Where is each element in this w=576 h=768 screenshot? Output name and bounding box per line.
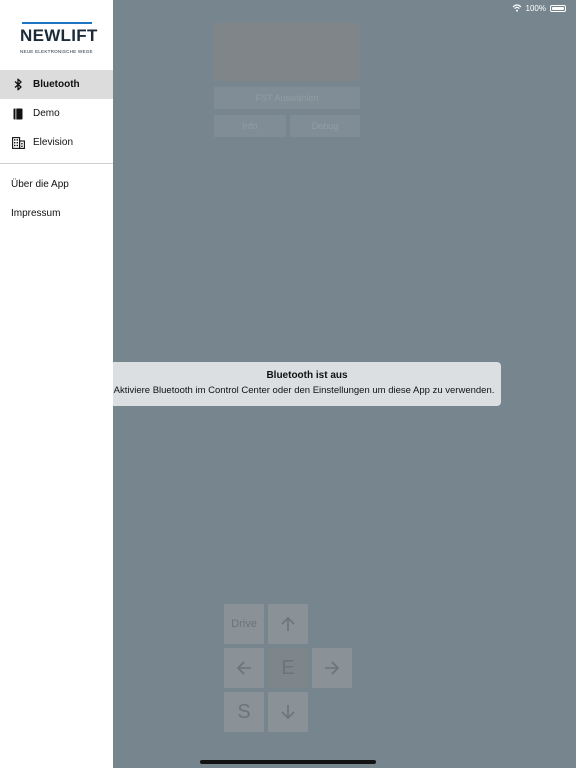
- select-fst-button[interactable]: FST Auswählen: [214, 87, 360, 109]
- home-indicator[interactable]: [200, 760, 376, 764]
- bluetooth-icon: [11, 78, 25, 92]
- up-button[interactable]: [268, 604, 308, 644]
- sidebar-item-bluetooth[interactable]: Bluetooth: [0, 70, 113, 99]
- arrow-right-icon: [325, 661, 340, 675]
- s-button[interactable]: S: [224, 692, 264, 732]
- drive-button[interactable]: Drive: [224, 604, 264, 644]
- sidebar-item-label: Elevision: [33, 137, 74, 148]
- arrow-up-icon: [281, 616, 295, 631]
- sidebar-item-about[interactable]: Über die App: [0, 170, 113, 199]
- sidebar-item-demo[interactable]: Demo: [0, 99, 113, 128]
- arrow-down-icon: [281, 705, 295, 720]
- logo-accent-bar: [22, 22, 92, 24]
- sidebar-item-label: Demo: [33, 108, 60, 119]
- right-button[interactable]: [312, 648, 352, 688]
- logo-brand: NEWLIFT: [20, 26, 98, 45]
- battery-percentage: 100%: [525, 3, 546, 13]
- book-icon: [11, 107, 25, 121]
- alert-title: Bluetooth ist aus: [266, 370, 348, 381]
- sidebar-item-elevision[interactable]: Elevision: [0, 128, 113, 157]
- newlift-logo: NEWLIFT NEUE ELEKTRONISCHE WEGE: [18, 22, 98, 58]
- info-button[interactable]: Info: [214, 115, 286, 137]
- logo-tagline: NEUE ELEKTRONISCHE WEGE: [20, 49, 93, 54]
- status-bar: 100%: [512, 2, 566, 14]
- wifi-icon: [512, 4, 521, 12]
- sidebar-nav: Bluetooth Demo Elevision: [0, 70, 113, 157]
- down-button[interactable]: [268, 692, 308, 732]
- sidebar: NEWLIFT NEUE ELEKTRONISCHE WEGE Bluetoot…: [0, 0, 113, 768]
- device-preview: [214, 23, 360, 81]
- bluetooth-off-alert: Bluetooth ist aus Aktiviere Bluetooth im…: [113, 362, 501, 406]
- alert-message: Aktiviere Bluetooth im Control Center od…: [113, 385, 495, 396]
- sidebar-secondary: Über die App Impressum: [0, 170, 113, 228]
- sidebar-divider: [0, 163, 113, 164]
- arrow-left-icon: [236, 661, 251, 675]
- e-button[interactable]: E: [268, 648, 308, 688]
- debug-button[interactable]: Debug: [290, 115, 360, 137]
- left-button[interactable]: [224, 648, 264, 688]
- building-icon: [11, 136, 25, 150]
- sidebar-item-impressum[interactable]: Impressum: [0, 199, 113, 228]
- battery-icon: [550, 4, 566, 12]
- sidebar-item-label: Bluetooth: [33, 79, 80, 90]
